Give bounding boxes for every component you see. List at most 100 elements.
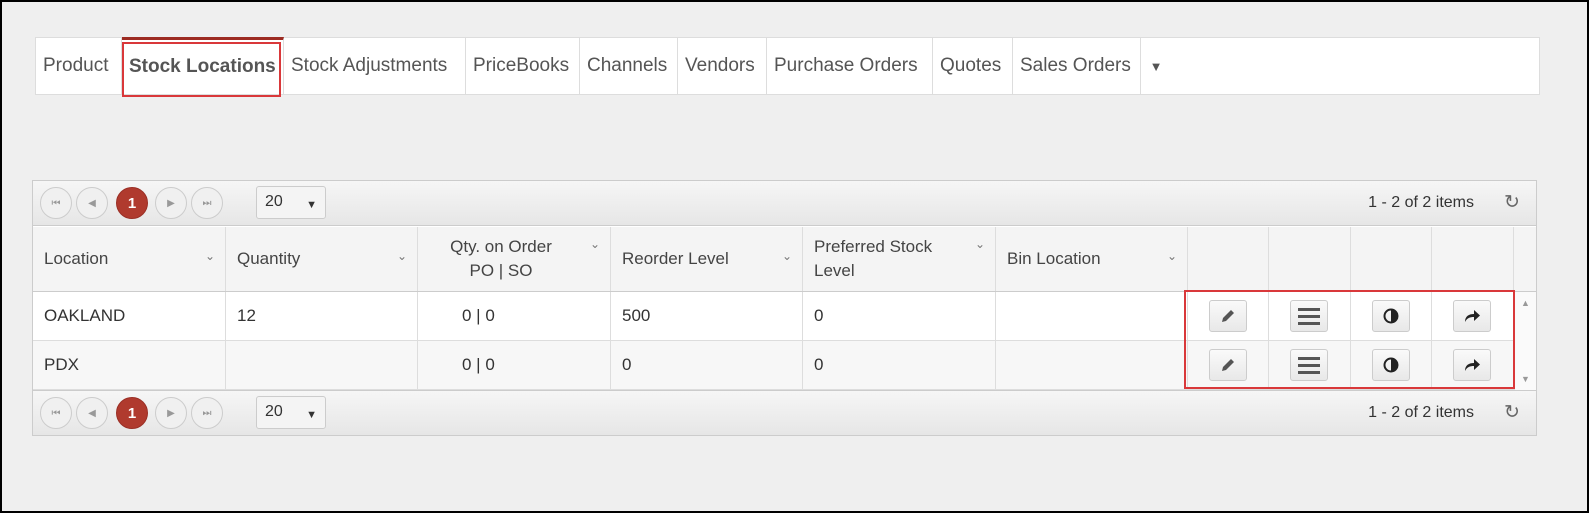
table-row[interactable]: OAKLAND 12 0 | 0 500 0 [33,292,1536,341]
column-header-action [1432,227,1514,291]
transfer-button[interactable] [1453,300,1491,332]
pager-info: 1 - 2 of 2 items [1368,404,1474,421]
scroll-down-icon[interactable]: ▼ [1521,374,1530,384]
cell-reorder-level: 0 [611,341,803,389]
column-header-preferred-stock-level[interactable]: Preferred Stock Level ⌄ [803,227,996,291]
first-page-button[interactable]: ⏮ [40,397,72,429]
prev-page-icon: ◀ [88,407,96,419]
details-button[interactable] [1290,349,1328,381]
share-arrow-icon [1465,310,1480,322]
vertical-scrollbar[interactable]: ▲ ▼ [1514,292,1536,390]
column-header-action [1351,227,1432,291]
first-page-icon: ⏮ [51,197,61,209]
tab-stock-adjustments[interactable]: Stock Adjustments [284,38,466,94]
action-cell [1351,292,1432,340]
more-tabs-button[interactable]: ▼ [1141,38,1171,94]
tab-sales-orders[interactable]: Sales Orders [1013,38,1141,94]
pager-info: 1 - 2 of 2 items [1368,194,1474,211]
tab-purchase-orders[interactable]: Purchase Orders [767,38,933,94]
action-cell [1432,341,1514,389]
action-cell [1188,292,1269,340]
list-icon [1298,308,1320,325]
adjust-button[interactable] [1372,300,1410,332]
adjust-button[interactable] [1372,349,1410,381]
pager-bottom: ⏮ ◀ 1 ▶ ⏭ 20 ▼ 1 - 2 of 2 items ↻ [33,390,1536,435]
prev-page-button[interactable]: ◀ [76,397,108,429]
action-cell [1351,341,1432,389]
page-size-value: 20 [265,403,283,420]
details-button[interactable] [1290,300,1328,332]
action-cell [1432,292,1514,340]
chevron-down-icon[interactable]: ⌄ [782,249,792,263]
scroll-up-icon[interactable]: ▲ [1521,298,1530,308]
edit-icon [1222,310,1234,322]
stock-locations-grid: ⏮ ◀ 1 ▶ ⏭ 20 ▼ 1 - 2 of 2 items ↻ Locati… [32,180,1537,436]
tab-quotes[interactable]: Quotes [933,38,1013,94]
cell-preferred-stock-level: 0 [803,341,996,389]
chevron-down-icon[interactable]: ⌄ [590,237,600,251]
next-page-button[interactable]: ▶ [155,187,187,219]
prev-page-icon: ◀ [88,197,96,209]
last-page-icon: ⏭ [202,197,212,209]
grid-header: Location ⌄ Quantity ⌄ Qty. on Order PO |… [33,227,1536,292]
last-page-button[interactable]: ⏭ [191,397,223,429]
caret-down-icon: ▼ [1149,58,1163,74]
page-size-select[interactable]: 20 ▼ [256,396,326,429]
cell-location: PDX [33,341,226,389]
tab-pricebooks[interactable]: PriceBooks [466,38,580,94]
tab-vendors[interactable]: Vendors [678,38,767,94]
next-page-icon: ▶ [167,197,175,209]
column-header-reorder-level[interactable]: Reorder Level ⌄ [611,227,803,291]
cell-location: OAKLAND [33,292,226,340]
contrast-icon [1383,357,1399,373]
refresh-icon[interactable]: ↻ [1502,193,1522,213]
chevron-down-icon: ▼ [306,409,317,421]
column-header-qty-on-order[interactable]: Qty. on Order PO | SO ⌄ [418,227,611,291]
column-header-action [1188,227,1269,291]
chevron-down-icon[interactable]: ⌄ [397,249,407,263]
last-page-icon: ⏭ [202,407,212,419]
refresh-icon[interactable]: ↻ [1502,403,1522,423]
chevron-down-icon[interactable]: ⌄ [205,249,215,263]
tab-product[interactable]: Product [36,38,122,94]
chevron-down-icon[interactable]: ⌄ [1167,249,1177,263]
next-page-button[interactable]: ▶ [155,397,187,429]
edit-button[interactable] [1209,300,1247,332]
column-header-location[interactable]: Location ⌄ [33,227,226,291]
action-cell [1269,341,1351,389]
table-row[interactable]: PDX 0 | 0 0 0 [33,341,1536,390]
current-page-button[interactable]: 1 [116,397,148,429]
column-header-bin-location[interactable]: Bin Location ⌄ [996,227,1188,291]
page-size-select[interactable]: 20 ▼ [256,186,326,219]
module-tabs: Product Stock Locations Stock Adjustment… [35,37,1540,95]
column-header-quantity[interactable]: Quantity ⌄ [226,227,418,291]
contrast-icon [1383,308,1399,324]
cell-bin-location [996,341,1188,389]
first-page-button[interactable]: ⏮ [40,187,72,219]
tab-channels[interactable]: Channels [580,38,678,94]
list-icon [1298,357,1320,374]
transfer-button[interactable] [1453,349,1491,381]
chevron-down-icon[interactable]: ⌄ [975,237,985,251]
last-page-button[interactable]: ⏭ [191,187,223,219]
tab-stock-locations[interactable]: Stock Locations [122,37,284,94]
cell-bin-location [996,292,1188,340]
edit-icon [1222,359,1234,371]
page-size-value: 20 [265,193,283,210]
pager-top: ⏮ ◀ 1 ▶ ⏭ 20 ▼ 1 - 2 of 2 items ↻ [33,181,1536,226]
cell-preferred-stock-level: 0 [803,292,996,340]
action-cell [1188,341,1269,389]
prev-page-button[interactable]: ◀ [76,187,108,219]
cell-reorder-level: 500 [611,292,803,340]
column-header-action [1269,227,1351,291]
cell-quantity [226,341,418,389]
cell-quantity: 12 [226,292,418,340]
edit-button[interactable] [1209,349,1247,381]
first-page-icon: ⏮ [51,407,61,419]
current-page-button[interactable]: 1 [116,187,148,219]
cell-qty-on-order: 0 | 0 [418,341,611,389]
next-page-icon: ▶ [167,407,175,419]
cell-qty-on-order: 0 | 0 [418,292,611,340]
share-arrow-icon [1465,359,1480,371]
action-cell [1269,292,1351,340]
